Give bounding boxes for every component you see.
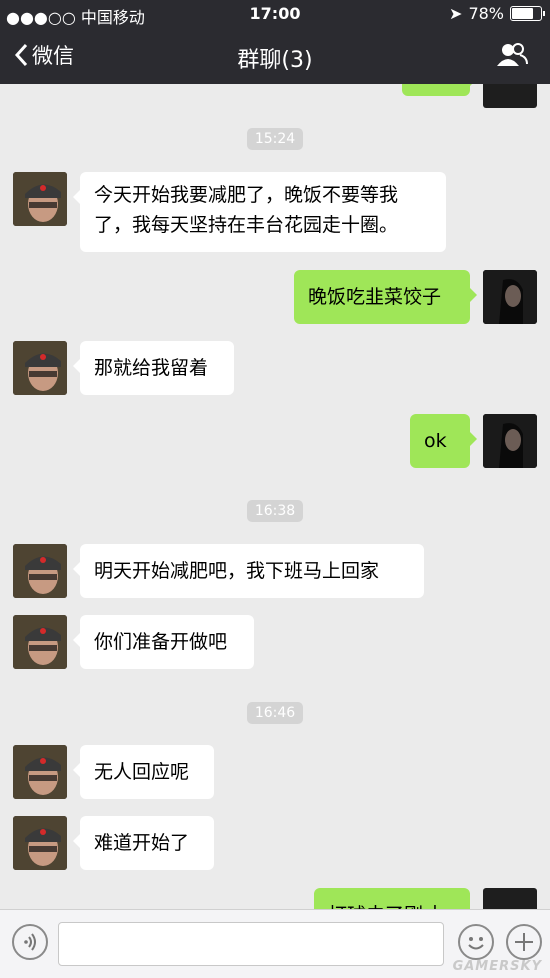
input-bar: GAMERSKY [0, 909, 550, 978]
timestamp: 15:24 [0, 128, 550, 150]
message-bubble[interactable]: ok [410, 414, 477, 468]
message-bubble[interactable]: 你们准备开做吧 [73, 615, 254, 669]
message-bubble[interactable]: 明天开始减肥吧，我下班马上回家 [73, 544, 424, 598]
message-bubble[interactable]: 打球去了刚才 [314, 888, 470, 909]
message-bubble-partial[interactable] [402, 84, 477, 96]
avatar-other[interactable] [13, 816, 67, 870]
plus-icon [515, 933, 533, 951]
avatar-self[interactable] [483, 888, 537, 909]
avatar-other[interactable] [13, 544, 67, 598]
avatar-other[interactable] [13, 341, 67, 395]
chat-title: 群聊(3) [237, 48, 313, 73]
avatar-other[interactable] [13, 745, 67, 799]
voice-button[interactable] [12, 924, 48, 960]
message-bubble[interactable]: 无人回应呢 [73, 745, 214, 799]
message-bubble[interactable]: 今天开始我要减肥了，晚饭不要等我了，我每天坚持在丰台花园走十圈。 [73, 172, 446, 252]
timestamp: 16:38 [0, 500, 550, 522]
avatar-self[interactable] [483, 270, 537, 324]
emoji-button[interactable] [458, 924, 494, 960]
battery-icon [510, 6, 545, 21]
location-icon: ➤ [449, 4, 463, 23]
nav-bar: 微信 群聊(3) [0, 28, 550, 84]
avatar-other[interactable] [13, 172, 67, 226]
watermark: GAMERSKY [452, 959, 542, 974]
plus-button[interactable] [506, 924, 542, 960]
message-bubble[interactable]: 难道开始了 [73, 816, 214, 870]
emoji-icon [468, 937, 484, 950]
voice-icon [24, 933, 36, 951]
avatar-other[interactable] [13, 615, 67, 669]
avatar-self[interactable] [483, 84, 537, 108]
message-input[interactable] [58, 922, 444, 966]
timestamp: 16:46 [0, 702, 550, 724]
battery-percent: 78% [468, 4, 504, 23]
contacts-icon [497, 43, 528, 66]
status-bar: ●●●○○ 中国移动 17:00 ➤ 78% [0, 0, 550, 28]
avatar-self[interactable] [483, 414, 537, 468]
message-bubble[interactable]: 那就给我留着 [73, 341, 234, 395]
chat-area[interactable]: 15:24 今天开始我要减肥了，晚饭不要等我了，我每天坚持在丰台花园走十圈。 晚… [0, 84, 550, 909]
message-bubble[interactable]: 晚饭吃韭菜饺子 [294, 270, 477, 324]
status-right: ➤ 78% [449, 4, 545, 23]
contacts-button[interactable] [496, 42, 528, 72]
